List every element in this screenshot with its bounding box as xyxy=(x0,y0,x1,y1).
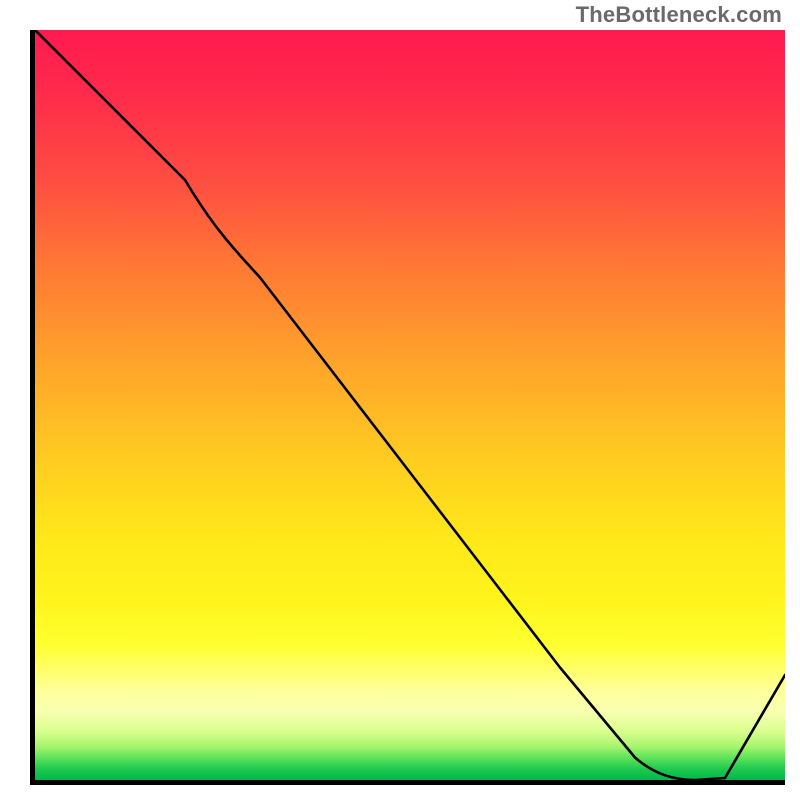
watermark-text: TheBottleneck.com xyxy=(576,2,782,28)
curve-path xyxy=(35,30,785,780)
chart-page: TheBottleneck.com xyxy=(0,0,800,800)
plot-area xyxy=(30,30,785,785)
bottleneck-curve xyxy=(35,30,785,780)
